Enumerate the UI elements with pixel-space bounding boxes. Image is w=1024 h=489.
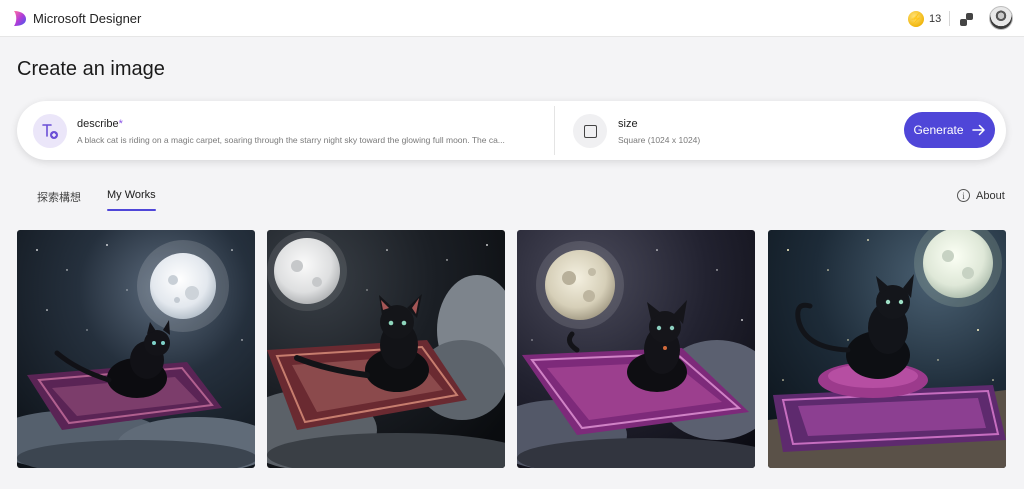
size-square-icon[interactable] bbox=[573, 114, 607, 148]
apps-switch-icon[interactable] bbox=[959, 11, 975, 27]
generate-label: Generate bbox=[913, 123, 964, 137]
cat-carpet-image bbox=[17, 230, 255, 468]
size-label: size bbox=[618, 118, 638, 130]
header-divider bbox=[949, 11, 950, 26]
generated-image-3[interactable] bbox=[517, 230, 755, 468]
top-bar: Microsoft Designer ⚡ 13 bbox=[0, 0, 1024, 37]
generated-image-4[interactable] bbox=[768, 230, 1006, 468]
page-title: Create an image bbox=[17, 58, 165, 80]
text-plus-icon bbox=[42, 124, 58, 139]
required-mark: * bbox=[118, 118, 123, 130]
describe-label: describe* bbox=[77, 118, 123, 130]
active-tab-indicator bbox=[107, 209, 156, 211]
credit-count: 13 bbox=[929, 13, 942, 25]
tab-explore[interactable]: 探索構想 bbox=[37, 189, 81, 205]
describe-input[interactable]: A black cat is riding on a magic carpet,… bbox=[77, 135, 537, 145]
arrow-right-icon bbox=[971, 124, 985, 136]
tab-my-works[interactable]: My Works bbox=[107, 189, 156, 201]
describe-label-text: describe bbox=[77, 118, 119, 130]
about-label: About bbox=[976, 189, 1005, 202]
user-avatar[interactable] bbox=[989, 6, 1013, 30]
boost-credits[interactable]: ⚡ 13 bbox=[908, 10, 941, 28]
text-to-image-icon bbox=[33, 114, 67, 148]
card-divider bbox=[554, 106, 555, 155]
cat-carpet-image bbox=[768, 230, 1006, 468]
generated-image-1[interactable] bbox=[17, 230, 255, 468]
size-selector[interactable]: Square (1024 x 1024) bbox=[618, 135, 700, 145]
generated-image-2[interactable] bbox=[267, 230, 505, 468]
cat-carpet-image bbox=[517, 230, 755, 468]
designer-logo-icon[interactable] bbox=[12, 10, 26, 27]
square-shape-icon bbox=[583, 124, 597, 138]
boost-coin-icon: ⚡ bbox=[908, 11, 924, 27]
cat-carpet-image bbox=[267, 230, 505, 468]
info-icon: i bbox=[957, 189, 970, 202]
about-link[interactable]: i About bbox=[957, 189, 1005, 202]
generate-button[interactable]: Generate bbox=[904, 112, 995, 148]
app-name[interactable]: Microsoft Designer bbox=[33, 11, 141, 26]
prompt-card: describe* A black cat is riding on a mag… bbox=[17, 101, 1006, 160]
